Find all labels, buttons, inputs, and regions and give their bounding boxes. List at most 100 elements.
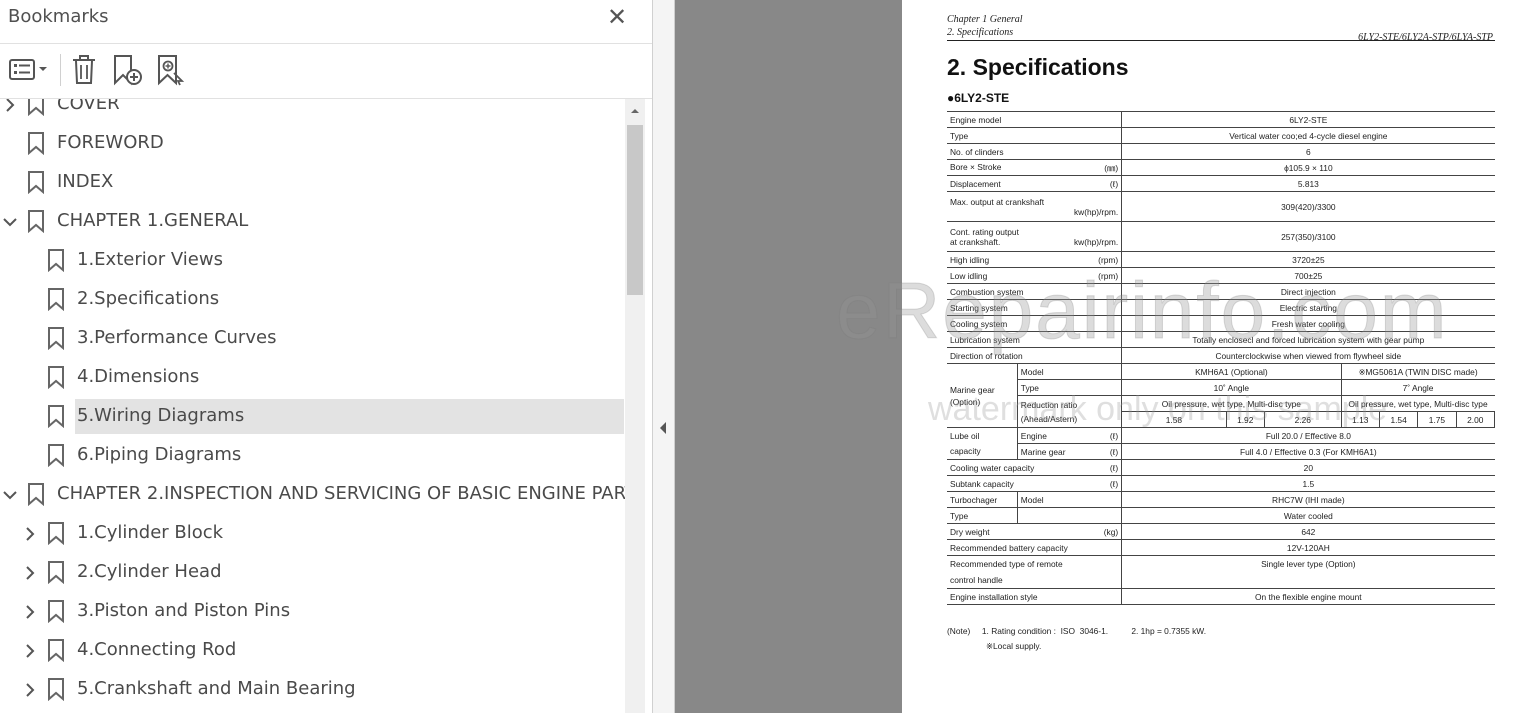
spec-unit: kw(hp)/rpm. (1073, 236, 1119, 247)
running-header-models: 6LY2-STE/6LY2A-STP/6LYA-STP (1358, 32, 1493, 43)
chevron-down-icon[interactable] (2, 212, 18, 232)
spec-label: Type (947, 507, 1018, 524)
table-row: Recommended type of remote control handle… (947, 555, 1495, 589)
bookmark-item[interactable]: 1.Exterior Views (0, 243, 625, 278)
spec-label: Type (947, 127, 1123, 144)
table-row: Bore × Stroke (㎜) ϕ105.9 × 110 (947, 159, 1495, 176)
vertical-scrollbar[interactable] (625, 99, 645, 713)
bookmark-icon (48, 678, 64, 701)
chevron-right-icon[interactable] (22, 680, 38, 700)
bookmark-label: 5.Crankshaft and Main Bearing (77, 678, 356, 699)
spec-unit: (ℓ) (1109, 430, 1119, 441)
scroll-up-icon[interactable] (629, 105, 641, 117)
bookmark-icon (28, 132, 44, 155)
bookmark-search-button[interactable] (156, 53, 186, 87)
chevron-right-icon[interactable] (2, 99, 18, 115)
panel-title: Bookmarks (8, 6, 109, 27)
table-row: Engine installation style On the flexibl… (947, 588, 1495, 605)
specifications-table: Engine model 6LY2-STE Type Vertical wate… (947, 111, 1496, 605)
footnote: (Note) 1. Rating condition : ISO 3046-1.… (947, 626, 1207, 636)
bookmark-icon (48, 405, 64, 428)
bookmark-label: 2.Cylinder Head (77, 561, 222, 582)
bookmark-label: 4.Connecting Rod (77, 639, 237, 660)
running-header-chapter: Chapter 1 General (947, 14, 1023, 25)
spec-label: Recommended battery capacity (947, 539, 1123, 556)
page-title: 2. Specifications (947, 54, 1129, 80)
spec-sublabel: Model (1017, 491, 1123, 508)
panel-header: Bookmarks ✕ (0, 0, 652, 44)
spec-label-text-2: at crankshaft. (950, 236, 1001, 247)
bookmark-icon (28, 483, 44, 506)
bookmark-item[interactable]: COVER (0, 99, 625, 122)
spec-value: 1.5 (1121, 475, 1495, 492)
spec-label-text: Displacement (950, 178, 1001, 189)
spec-label-text: Cont. rating output (950, 226, 1019, 237)
table-row: Type Water cooled (947, 507, 1495, 524)
running-header-section: 2. Specifications (947, 27, 1014, 38)
chevron-right-icon[interactable] (22, 641, 38, 661)
spec-label: Cooling water capacity (ℓ) (947, 459, 1123, 476)
bookmark-label: INDEX (57, 171, 114, 192)
chevron-right-icon[interactable] (22, 563, 38, 583)
bookmark-icon (48, 561, 64, 584)
spec-unit: (ℓ) (1109, 478, 1119, 489)
close-panel-button[interactable]: ✕ (604, 4, 630, 30)
spec-label: No. of clinders (947, 143, 1123, 160)
table-row: No. of clinders 6 (947, 143, 1495, 160)
spec-label-text: Bore × Stroke (950, 161, 1002, 172)
chevron-right-icon[interactable] (22, 524, 38, 544)
chevron-down-icon[interactable] (2, 485, 18, 505)
spec-sublabel: Marine gear (ℓ) (1017, 443, 1123, 460)
bookmark-item[interactable]: 6.Piping Diagrams (0, 438, 625, 473)
bookmarks-toolbar (0, 44, 652, 99)
panel-splitter[interactable] (653, 0, 675, 713)
bookmark-icon (28, 171, 44, 194)
options-menu-button[interactable] (8, 53, 50, 87)
delete-bookmark-button[interactable] (70, 53, 98, 87)
spec-value: 20 (1121, 459, 1495, 476)
bookmark-icon (48, 327, 64, 350)
new-bookmark-button[interactable] (112, 53, 144, 87)
bookmark-item[interactable]: 3.Performance Curves (0, 321, 625, 356)
spec-label: Engine model (947, 111, 1123, 128)
scroll-thumb[interactable] (627, 125, 643, 295)
spec-label-text: at crankshaft. kw(hp)/rpm. (950, 237, 1118, 247)
bookmark-item[interactable]: 4.Connecting Rod (0, 633, 625, 668)
watermark-sub: watermark only on this sample (928, 390, 1388, 428)
bookmark-item[interactable]: CHAPTER 1.GENERAL (0, 204, 625, 239)
spec-label-text: Max. output at crankshaft (950, 196, 1045, 207)
spec-value: On the flexible engine mount (1121, 588, 1495, 605)
spec-unit: (ℓ) (1109, 462, 1119, 473)
spec-label-text: Engine (1020, 430, 1047, 441)
bookmark-label: FOREWORD (57, 132, 164, 153)
bookmark-label: CHAPTER 2.INSPECTION AND SERVICING OF BA… (57, 483, 625, 504)
bookmark-item[interactable]: 2.Specifications (0, 282, 625, 317)
bookmark-item[interactable]: 1.Cylinder Block (0, 516, 625, 551)
spec-label-text: control handle (950, 575, 1003, 585)
collapse-panel-icon[interactable] (658, 420, 668, 436)
bookmark-item[interactable]: 2.Cylinder Head (0, 555, 625, 590)
spec-unit: (㎜) (1104, 162, 1119, 173)
bookmark-item[interactable]: 3.Piston and Piston Pins (0, 594, 625, 629)
bookmark-item[interactable]: FOREWORD (0, 126, 625, 161)
bookmark-icon (48, 249, 64, 272)
bookmark-item[interactable]: 5.Wiring Diagrams (0, 399, 625, 434)
bookmark-item[interactable]: CHAPTER 2.INSPECTION AND SERVICING OF BA… (0, 477, 625, 512)
spec-value: Water cooled (1121, 507, 1495, 524)
bookmark-icon (48, 366, 64, 389)
spec-label-text: capacity (950, 445, 981, 456)
spec-value: RHC7W (IHI made) (1121, 491, 1495, 508)
spec-sublabel: Engine (ℓ) (1017, 427, 1123, 444)
chevron-right-icon[interactable] (22, 602, 38, 622)
spec-value: Single lever type (Option) (1121, 555, 1495, 589)
bookmark-item[interactable]: 5.Crankshaft and Main Bearing (0, 672, 625, 707)
bookmark-item[interactable]: INDEX (0, 165, 625, 200)
watermark-main: eRepairinfo.com (836, 266, 1449, 356)
bookmark-label: 1.Exterior Views (77, 249, 223, 270)
bookmark-item[interactable]: 4.Dimensions (0, 360, 625, 395)
spec-value: Full 4.0 / Effective 0.3 (For KMH6A1) (1121, 443, 1495, 460)
table-row: Cooling water capacity (ℓ) 20 (947, 459, 1495, 476)
spec-value: 5.813 (1121, 175, 1495, 192)
spec-label: Cont. rating output at crankshaft. kw(hp)/… (947, 221, 1123, 252)
spec-label: Max. output at crankshaft kw(hp)/rpm. (947, 191, 1123, 222)
